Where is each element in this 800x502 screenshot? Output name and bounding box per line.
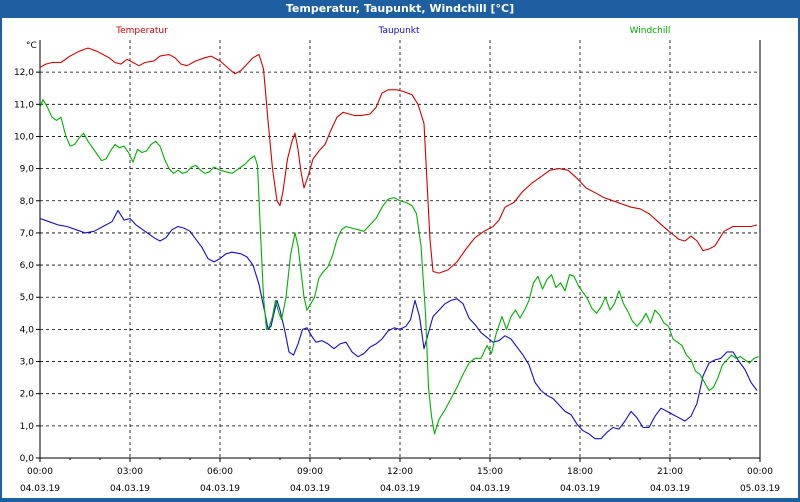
x-tick-date: 04.03.19 xyxy=(290,484,330,494)
x-tick-date: 04.03.19 xyxy=(200,484,240,494)
grid-lines xyxy=(40,40,760,458)
x-tick-time: 06:00 xyxy=(207,467,233,477)
legend: Temperatur Taupunkt Windchill xyxy=(115,26,670,36)
series-line-temperatur xyxy=(39,47,758,274)
x-tick-date: 04.03.19 xyxy=(560,484,600,494)
y-axis-tick-labels: 0,0 1,0 2,0 3,0 4,0 5,0 6,0 7,0 8,0 9,0 10,0 11,0 12… xyxy=(14,68,34,464)
legend-entry: Temperatur xyxy=(115,26,168,36)
legend-entry: Windchill xyxy=(630,26,671,36)
y-tick-label: 6,0 xyxy=(20,261,35,271)
y-tick-label: 10,0 xyxy=(14,132,34,142)
x-tick-time: 21:00 xyxy=(657,467,683,477)
x-tick-time: 00:00 xyxy=(27,467,53,477)
series-lines xyxy=(39,47,759,440)
y-tick-label: 12,0 xyxy=(14,68,34,78)
x-tick-time: 12:00 xyxy=(387,467,413,477)
x-tick-date: 04.03.19 xyxy=(470,484,510,494)
x-tick-date: 04.03.19 xyxy=(20,484,60,494)
x-tick-date: 04.03.19 xyxy=(110,484,150,494)
y-axis-unit-label: °C xyxy=(26,41,37,51)
y-tick-label: 7,0 xyxy=(20,229,35,239)
y-tick-label: 5,0 xyxy=(20,293,35,303)
x-tick-time: 15:00 xyxy=(477,467,503,477)
y-tick-label: 4,0 xyxy=(20,325,35,335)
y-tick-label: 11,0 xyxy=(14,100,34,110)
y-tick-label: 8,0 xyxy=(20,197,35,207)
x-tick-time: 09:00 xyxy=(297,467,323,477)
y-tick-label: 3,0 xyxy=(20,358,35,368)
series-line-windchill xyxy=(39,98,759,435)
y-tick-label: 0,0 xyxy=(20,454,35,464)
x-tick-time: 03:00 xyxy=(117,467,143,477)
chart-window: Temperatur, Taupunkt, Windchill [°C] 0,0… xyxy=(0,0,800,500)
y-tick-label: 9,0 xyxy=(20,165,35,175)
x-tick-time: 18:00 xyxy=(567,467,593,477)
legend-entry: Taupunkt xyxy=(377,26,420,36)
x-tick-date: 04.03.19 xyxy=(380,484,420,494)
window-title: Temperatur, Taupunkt, Windchill [°C] xyxy=(285,2,515,15)
line-chart: 0,0 1,0 2,0 3,0 4,0 5,0 6,0 7,0 8,0 9,0 10,0 11,0 12… xyxy=(14,26,780,494)
chart-canvas: 0,0 1,0 2,0 3,0 4,0 5,0 6,0 7,0 8,0 9,0 10,0 11,0 12… xyxy=(2,18,798,498)
y-tick-label: 1,0 xyxy=(20,422,35,432)
x-tick-date: 04.03.19 xyxy=(650,484,690,494)
x-tick-date: 05.03.19 xyxy=(740,484,780,494)
series-line-taupunkt xyxy=(39,209,758,440)
axes xyxy=(36,40,761,462)
x-axis-tick-labels: 00:00 04.03.19 03:00 04.03.19 06:00 04.03.19 0… xyxy=(20,467,780,494)
y-tick-label: 2,0 xyxy=(20,390,35,400)
x-tick-time: 00:00 xyxy=(747,467,773,477)
